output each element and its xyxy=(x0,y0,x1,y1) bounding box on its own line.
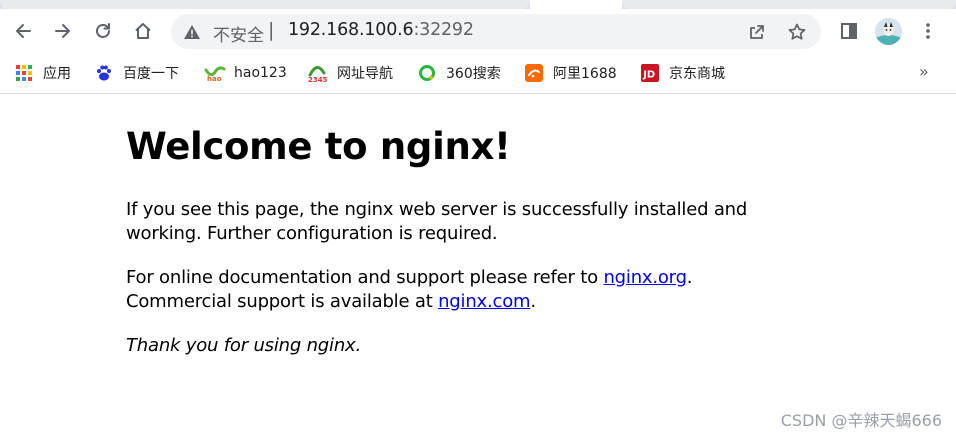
apps-grid-icon xyxy=(15,64,33,82)
intro-paragraph: If you see this page, the nginx web serv… xyxy=(126,199,748,244)
reload-button[interactable] xyxy=(90,18,116,44)
bookmark-jd[interactable]: JD 京东商城 xyxy=(641,62,725,84)
bookmark-star-icon[interactable] xyxy=(787,22,807,42)
tab-inactive[interactable] xyxy=(0,0,530,9)
docs-paragraph: For online documentation and support ple… xyxy=(126,266,766,314)
docs-text-suffix: . xyxy=(530,291,536,312)
address-bar[interactable]: 不安全 | 192.168.100.6:32292 xyxy=(171,14,821,49)
nginx-com-link[interactable]: nginx.com xyxy=(438,291,530,312)
hao123-icon: hao xyxy=(204,64,226,82)
tab-active[interactable] xyxy=(530,0,622,9)
reload-icon xyxy=(96,23,110,38)
browser-toolbar: 不安全 | 192.168.100.6:32292 xyxy=(0,9,956,54)
bookmarks-overflow-button[interactable]: » xyxy=(919,62,929,81)
jd-icon: JD xyxy=(641,64,659,82)
page-title: Welcome to nginx! xyxy=(126,125,511,168)
bookmark-label: hao123 xyxy=(234,65,287,81)
forward-arrow-icon xyxy=(55,24,70,38)
svg-text:2345: 2345 xyxy=(308,76,327,83)
2345-icon: 2345 xyxy=(307,64,327,83)
360-search-icon xyxy=(418,64,436,82)
bookmark-label: 应用 xyxy=(43,66,71,82)
home-icon xyxy=(135,23,151,39)
bookmark-label: 阿里1688 xyxy=(553,66,617,82)
home-button[interactable] xyxy=(130,18,156,44)
side-panel-button[interactable] xyxy=(836,18,862,44)
bookmark-label: 360搜索 xyxy=(446,66,501,82)
bookmark-hao123[interactable]: hao hao123 xyxy=(204,62,287,84)
chrome-menu-button[interactable] xyxy=(915,18,941,44)
bookmarks-bar: 应用 百度一下 hao hao123 2345 网址导航 360搜索 阿里168… xyxy=(0,54,956,94)
alibaba-1688-icon xyxy=(525,64,543,82)
bookmark-360[interactable]: 360搜索 xyxy=(418,62,501,84)
bookmark-label: 百度一下 xyxy=(123,66,179,82)
svg-text:JD: JD xyxy=(642,70,655,81)
bookmark-apps[interactable]: 应用 xyxy=(15,62,71,84)
address-separator: | xyxy=(268,19,275,41)
back-button[interactable] xyxy=(10,18,36,44)
baidu-paw-icon xyxy=(95,64,113,82)
tab-strip xyxy=(0,0,956,9)
bookmark-1688[interactable]: 阿里1688 xyxy=(525,62,617,84)
share-icon[interactable] xyxy=(747,22,767,42)
thanks-message: Thank you for using nginx. xyxy=(126,335,362,356)
bookmark-2345[interactable]: 2345 网址导航 xyxy=(307,62,393,84)
bookmark-label: 京东商城 xyxy=(669,66,725,82)
side-panel-icon xyxy=(841,23,857,39)
profile-avatar-icon xyxy=(875,18,902,45)
nginx-org-link[interactable]: nginx.org xyxy=(603,267,687,288)
security-status-label[interactable]: 不安全 xyxy=(213,21,264,46)
not-secure-warning-icon[interactable] xyxy=(183,23,201,41)
url-port: :32292 xyxy=(413,20,474,40)
svg-text:hao: hao xyxy=(207,75,222,82)
tab-inactive-2[interactable] xyxy=(622,0,956,9)
more-vert-icon xyxy=(926,23,930,39)
docs-text-prefix: For online documentation and support ple… xyxy=(126,267,604,288)
url-text[interactable]: 192.168.100.6:32292 xyxy=(288,20,474,40)
back-arrow-icon xyxy=(16,24,31,38)
url-host: 192.168.100.6 xyxy=(288,20,414,40)
forward-button[interactable] xyxy=(50,18,76,44)
csdn-watermark: CSDN @辛辣天蝎666 xyxy=(780,411,942,430)
profile-avatar[interactable] xyxy=(875,18,902,45)
bookmark-baidu[interactable]: 百度一下 xyxy=(95,62,179,84)
page-content: Welcome to nginx! If you see this page, … xyxy=(0,95,956,438)
bookmark-label: 网址导航 xyxy=(337,66,393,82)
